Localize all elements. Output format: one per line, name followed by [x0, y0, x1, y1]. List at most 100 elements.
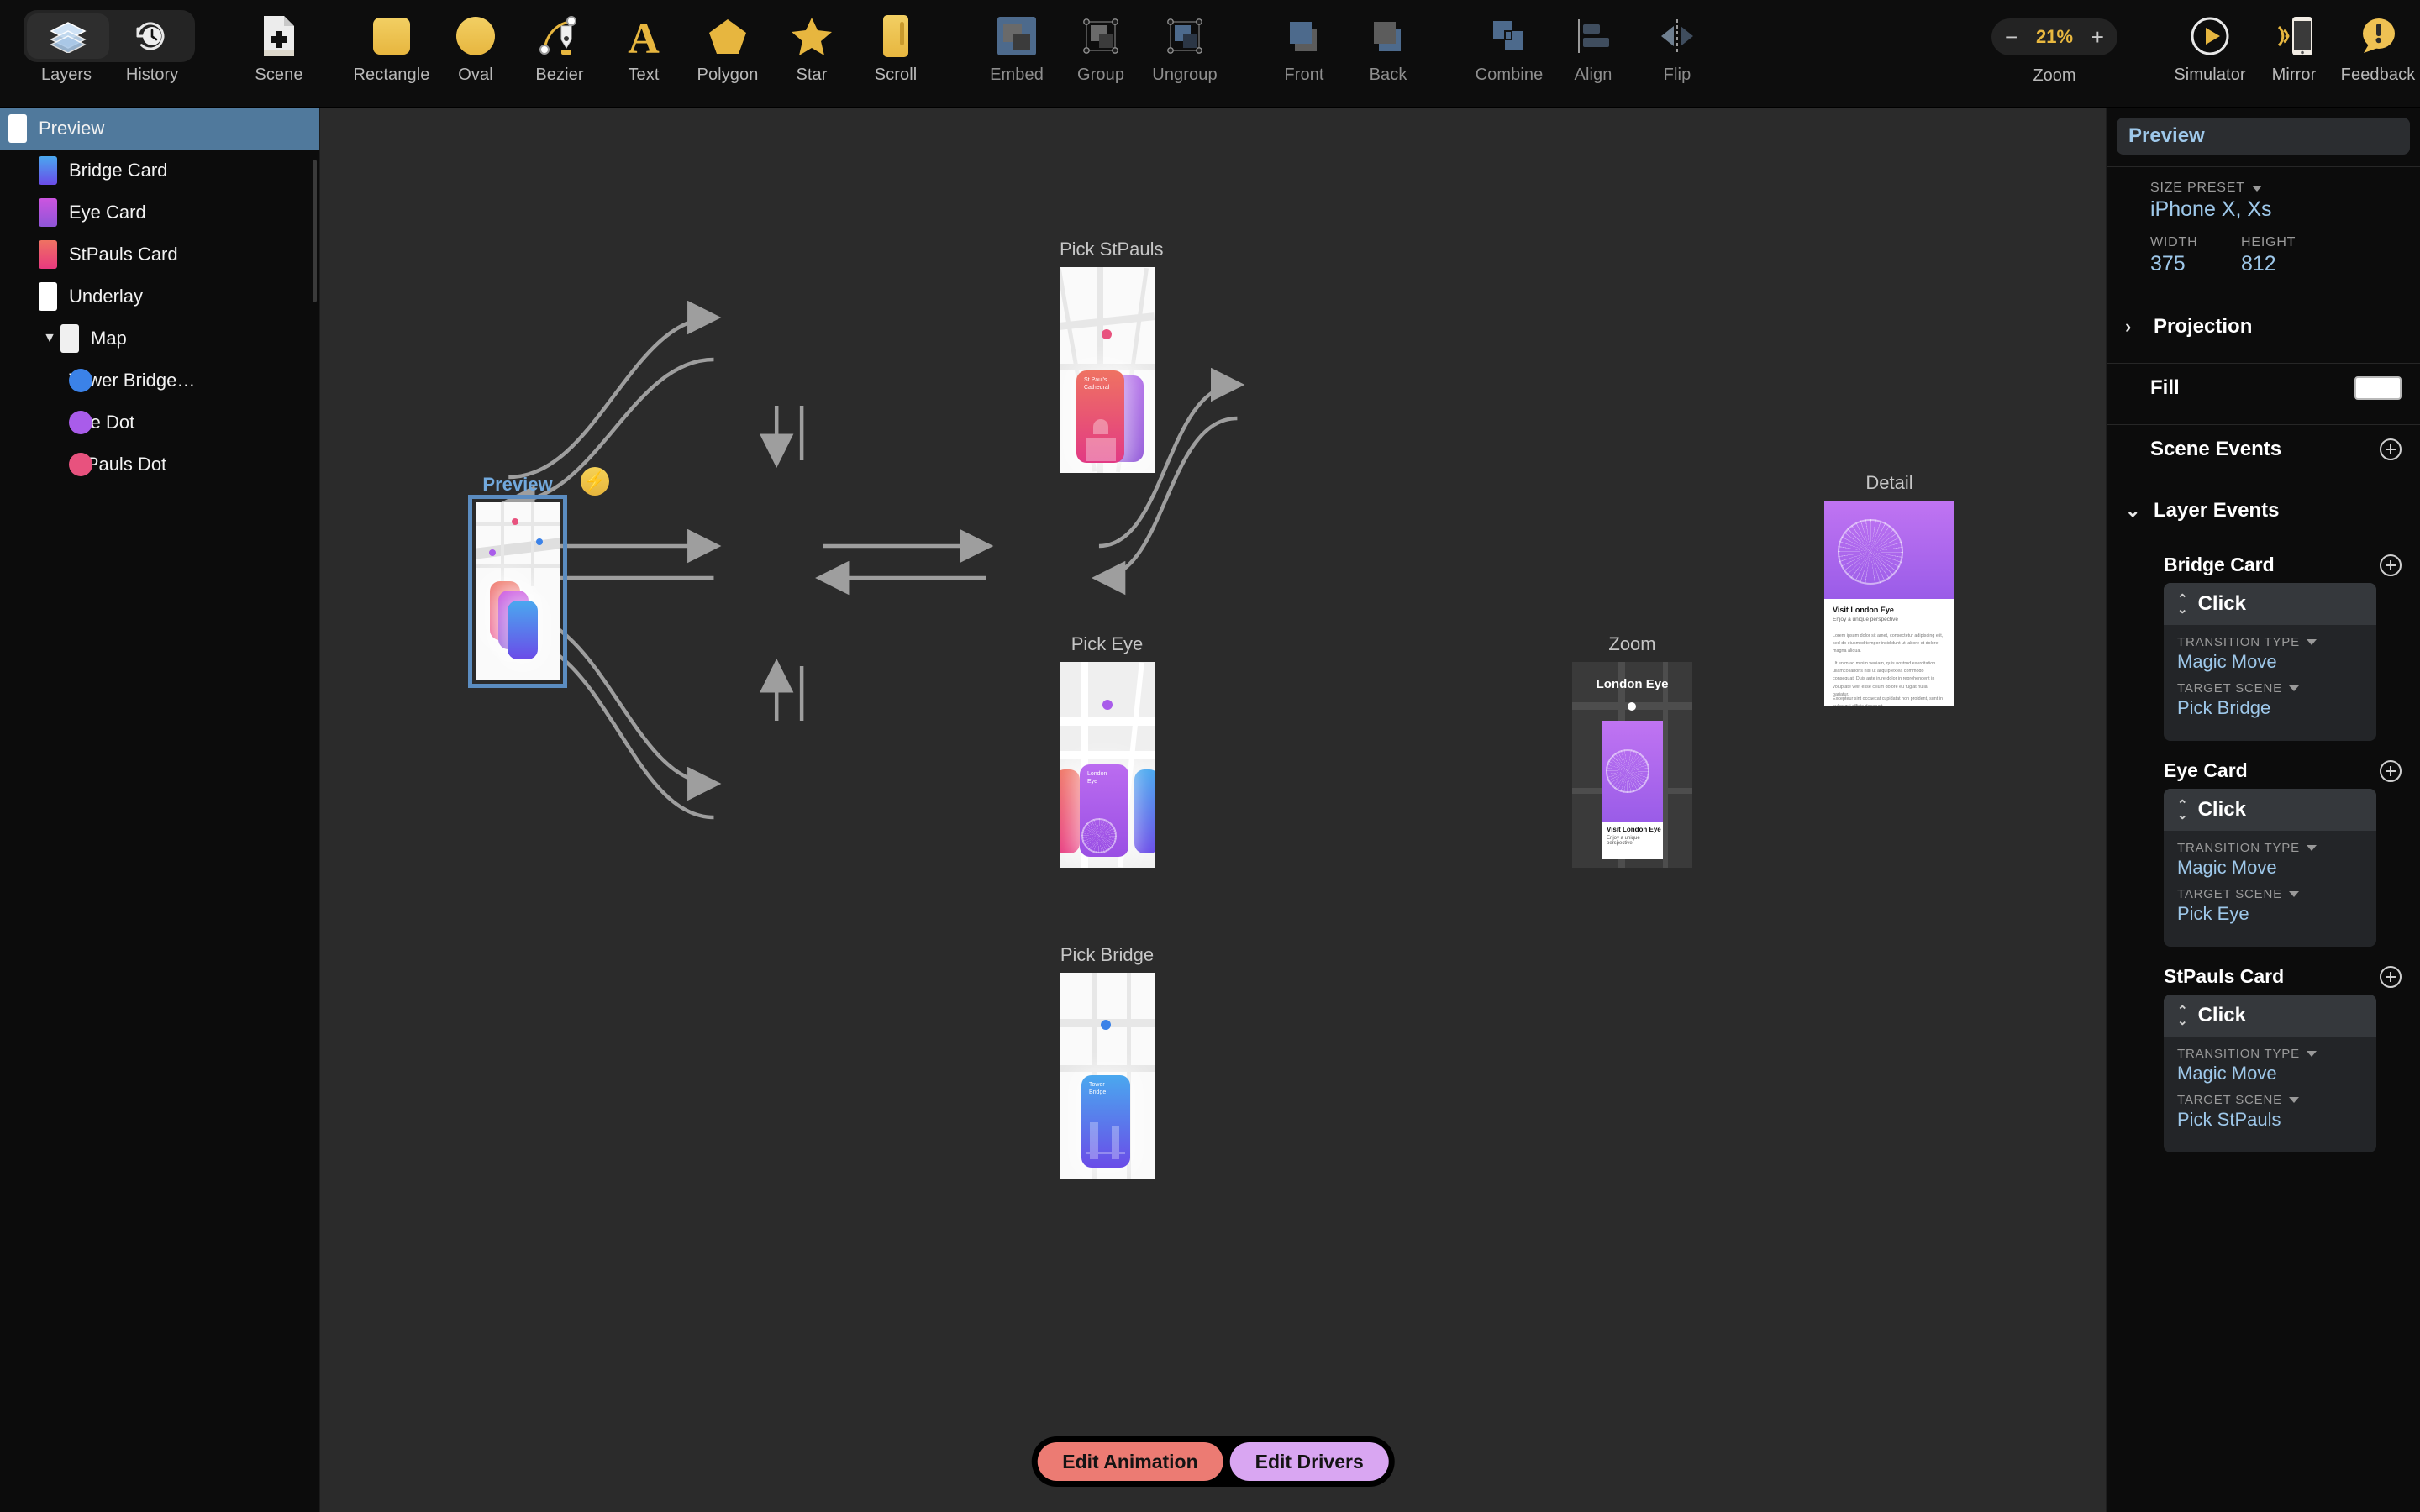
group-tool-button[interactable]: Group — [1059, 0, 1143, 101]
history-tab-button[interactable] — [109, 13, 192, 59]
layer-event-layer-header[interactable]: StPauls Card — [2107, 947, 2420, 991]
add-layer-event-icon[interactable] — [2380, 759, 2402, 782]
polygon-tool-button[interactable]: Polygon — [686, 0, 770, 101]
size-preset-value[interactable]: iPhone X, Xs — [2150, 197, 2420, 222]
disclosure-triangle-icon[interactable]: ▼ — [39, 331, 60, 346]
transition-type-label-row[interactable]: TRANSITION TYPE — [2177, 1047, 2363, 1061]
stepper-icon[interactable]: ⌃ ⌄ — [2177, 593, 2188, 616]
layer-event-layer-header[interactable]: Bridge Card — [2107, 535, 2420, 580]
target-scene-label-row[interactable]: TARGET SCENE — [2177, 1093, 2363, 1107]
transition-type-value[interactable]: Magic Move — [2177, 857, 2363, 879]
board-pick-stpauls[interactable]: Pick StPauls St Paul's Cathedral — [1060, 239, 1164, 473]
fill-row[interactable]: Fill — [2107, 364, 2420, 412]
layer-row[interactable]: Eye Dot — [0, 402, 319, 444]
board-zoom[interactable]: Zoom London Eye Visit London Eye Enjoy a — [1572, 633, 1692, 868]
transition-type-value[interactable]: Magic Move — [2177, 1063, 2363, 1084]
history-clock-icon — [136, 22, 165, 50]
add-layer-event-icon[interactable] — [2380, 965, 2402, 988]
board-pick-eye[interactable]: Pick Eye London Eye — [1060, 633, 1155, 868]
layers-tab-button[interactable] — [27, 13, 109, 59]
target-scene-value[interactable]: Pick StPauls — [2177, 1109, 2363, 1131]
artboard-frame-selected[interactable] — [468, 495, 567, 688]
layer-row[interactable]: Eye Card — [0, 192, 319, 234]
edit-drivers-button[interactable]: Edit Drivers — [1229, 1442, 1389, 1481]
sidebar-scrollbar[interactable] — [313, 160, 317, 302]
send-back-label: Back — [1369, 66, 1407, 84]
scene-events-header[interactable]: Scene Events — [2107, 425, 2420, 474]
star-tool-button[interactable]: Star — [770, 0, 854, 101]
layer-row[interactable]: Underlay — [0, 276, 319, 318]
mirror-button[interactable]: Mirror — [2252, 0, 2336, 101]
projection-section-header[interactable]: › Projection — [2107, 302, 2420, 351]
rectangle-tool-button[interactable]: Rectangle — [350, 0, 434, 101]
event-type-row[interactable]: ⌃ ⌄ Click — [2164, 583, 2376, 625]
height-value[interactable]: 812 — [2241, 252, 2332, 276]
target-scene-label-row[interactable]: TARGET SCENE — [2177, 681, 2363, 696]
scroll-tool-button[interactable]: Scroll — [854, 0, 938, 101]
zoom-in-button[interactable]: + — [2091, 26, 2104, 48]
canvas-area[interactable]: Pick StPauls St Paul's Cathedral Preview… — [320, 108, 2106, 1512]
transition-type-value[interactable]: Magic Move — [2177, 651, 2363, 673]
artboard-frame[interactable]: London Eye Visit London Eye Enjoy a uniq… — [1572, 662, 1692, 868]
detail-paragraph-2: Ut enim ad minim veniam, quis nostrud ex… — [1833, 661, 1936, 697]
layer-thumbnail — [69, 411, 92, 434]
feedback-button[interactable]: Feedback — [2336, 0, 2420, 101]
target-scene-value[interactable]: Pick Eye — [2177, 903, 2363, 925]
layer-row[interactable]: Bridge Card — [0, 150, 319, 192]
transition-type-label-row[interactable]: TRANSITION TYPE — [2177, 635, 2363, 649]
transition-type-label-row[interactable]: TRANSITION TYPE — [2177, 841, 2363, 855]
target-scene-value[interactable]: Pick Bridge — [2177, 697, 2363, 719]
layer-row[interactable]: Tower Bridge… — [0, 360, 319, 402]
text-tool-label: Text — [628, 66, 660, 84]
oval-tool-label: Oval — [458, 66, 493, 84]
combine-button[interactable]: Combine — [1467, 0, 1551, 101]
event-type-row[interactable]: ⌃ ⌄ Click — [2164, 789, 2376, 831]
add-layer-event-icon[interactable] — [2380, 554, 2402, 576]
layer-row[interactable]: Preview — [0, 108, 319, 150]
fill-color-swatch[interactable] — [2354, 376, 2402, 400]
artboard-frame[interactable]: St Paul's Cathedral — [1060, 267, 1155, 473]
scene-tool-button[interactable]: Scene — [237, 0, 321, 101]
width-value[interactable]: 375 — [2150, 252, 2241, 276]
text-tool-button[interactable]: A Text — [602, 0, 686, 101]
embed-tool-button[interactable]: Embed — [975, 0, 1059, 101]
target-scene-label-row[interactable]: TARGET SCENE — [2177, 887, 2363, 901]
event-type-row[interactable]: ⌃ ⌄ Click — [2164, 995, 2376, 1037]
artboard-frame[interactable]: Tower Bridge — [1060, 973, 1155, 1179]
board-preview[interactable]: Preview ⚡ — [468, 467, 609, 688]
zoom-out-button[interactable]: − — [2005, 26, 2018, 48]
board-pick-bridge[interactable]: Pick Bridge Tower Bridge — [1060, 944, 1155, 1179]
ungroup-icon — [1163, 10, 1207, 62]
group-icon — [1079, 10, 1123, 62]
lightning-badge-icon[interactable]: ⚡ — [581, 467, 609, 496]
align-icon — [1570, 10, 1616, 62]
layer-event-layer-header[interactable]: Eye Card — [2107, 741, 2420, 785]
artboard-frame[interactable]: Visit London Eye Enjoy a unique perspect… — [1824, 501, 1954, 706]
stepper-icon[interactable]: ⌃ ⌄ — [2177, 1005, 2188, 1027]
simulator-button[interactable]: Simulator — [2168, 0, 2252, 101]
ungroup-tool-button[interactable]: Ungroup — [1143, 0, 1227, 101]
layer-row[interactable]: StPauls Dot — [0, 444, 319, 486]
stepper-icon[interactable]: ⌃ ⌄ — [2177, 799, 2188, 822]
board-detail[interactable]: Detail Visit London Eye Enjoy a unique p… — [1824, 472, 1954, 706]
bezier-tool-button[interactable]: Bezier — [518, 0, 602, 101]
layer-row[interactable]: ▼ Map — [0, 318, 319, 360]
layer-events-header[interactable]: ⌄ Layer Events — [2107, 486, 2420, 535]
flip-button[interactable]: Flip — [1635, 0, 1719, 101]
send-back-button[interactable]: Back — [1346, 0, 1430, 101]
layer-row[interactable]: StPauls Card — [0, 234, 319, 276]
layer-name: Underlay — [69, 286, 144, 307]
add-scene-event-icon[interactable] — [2380, 438, 2402, 460]
artboard-frame[interactable]: London Eye — [1060, 662, 1155, 868]
card-title: St Paul's Cathedral — [1084, 377, 1110, 391]
bring-front-button[interactable]: Front — [1262, 0, 1346, 101]
layer-name: StPauls Card — [69, 244, 178, 265]
inspector-title[interactable]: Preview — [2117, 118, 2410, 155]
grouping-tools-group: Embed Group Ungroup — [975, 0, 1227, 108]
oval-tool-button[interactable]: Oval — [434, 0, 518, 101]
size-preset-label-row[interactable]: SIZE PRESET — [2150, 181, 2420, 196]
edit-animation-button[interactable]: Edit Animation — [1037, 1442, 1223, 1481]
align-button[interactable]: Align — [1551, 0, 1635, 101]
zoom-detail-card[interactable]: Visit London Eye Enjoy a unique perspect… — [1602, 721, 1663, 859]
zoom-level-value[interactable]: 21% — [2036, 26, 2073, 48]
